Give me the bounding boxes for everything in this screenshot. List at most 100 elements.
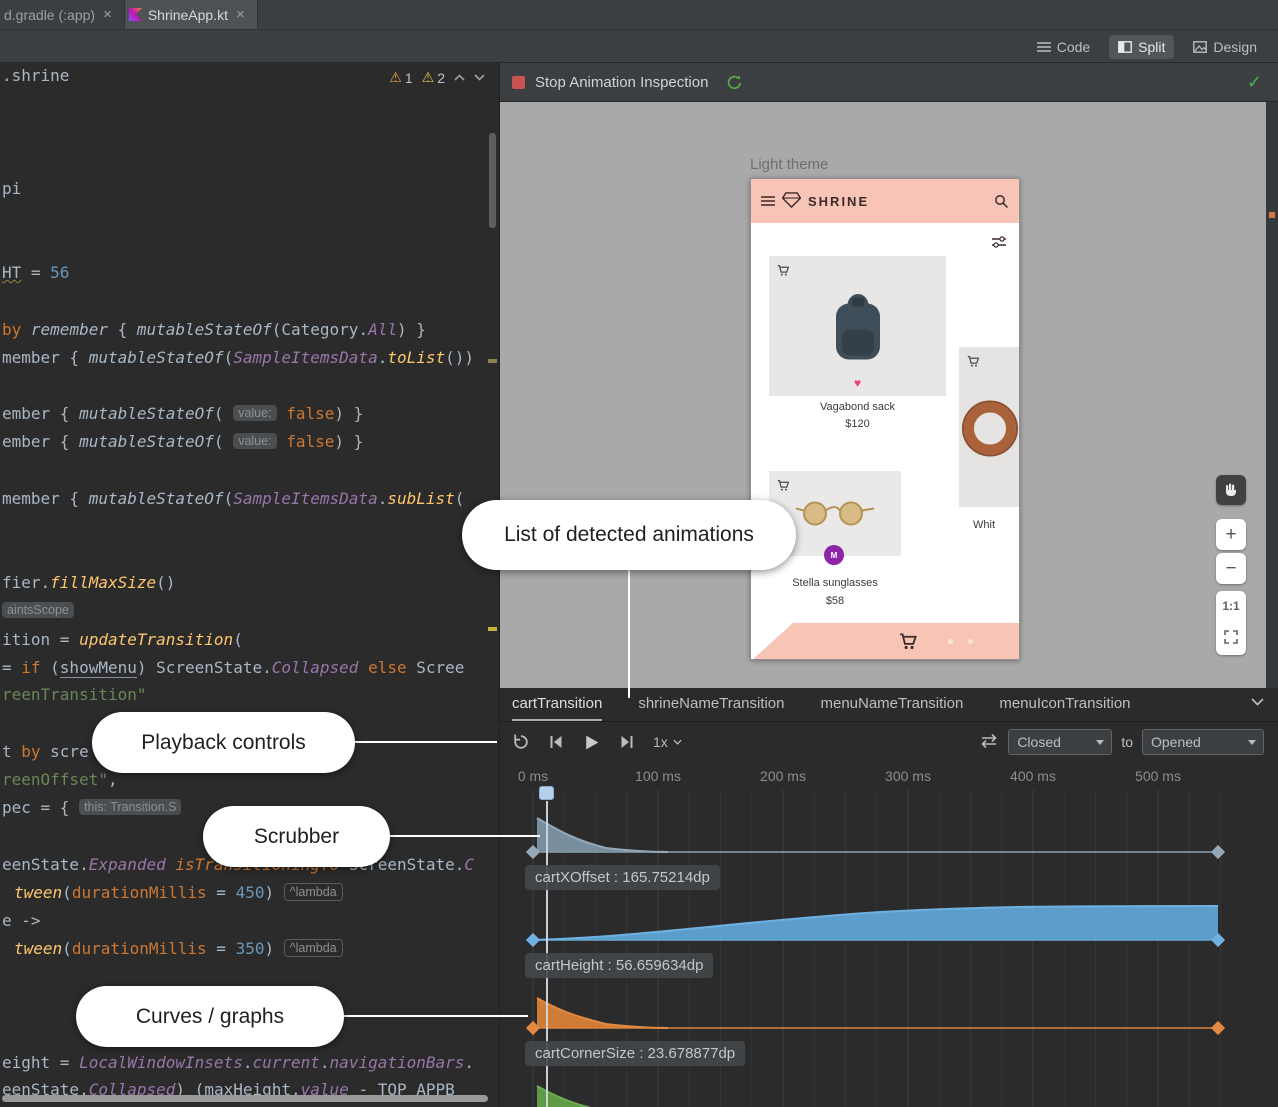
menu-icon[interactable]: [761, 193, 775, 209]
timeline-ruler[interactable]: 0 ms100 ms200 ms300 ms400 ms500 ms: [500, 762, 1278, 790]
code-segment: (: [214, 432, 233, 451]
ruler-label: 500 ms: [1123, 768, 1193, 784]
code-editor[interactable]: .shrinepiHT = 56by remember { mutableSta…: [0, 63, 500, 1107]
next-issue-button[interactable]: [474, 74, 485, 81]
animation-tabs: cartTransition shrineNameTransition menuNa…: [500, 688, 1278, 722]
code-segment: (: [233, 630, 243, 649]
callout-line: [355, 741, 497, 743]
code-segment: .shrine: [2, 66, 69, 85]
code-segment: [358, 658, 368, 677]
animation-tab-cartTransition[interactable]: cartTransition: [512, 688, 602, 721]
animation-tab-menuIconTransition[interactable]: menuIconTransition: [999, 688, 1130, 721]
code-segment: [166, 855, 176, 874]
code-segment: mutableStateOf: [89, 348, 224, 367]
code-segment: ember {: [2, 404, 79, 423]
theme-label: Light theme: [750, 156, 828, 173]
loop-playback-icon[interactable]: [512, 733, 530, 751]
refresh-icon[interactable]: [726, 74, 743, 91]
split-view-button[interactable]: Split: [1109, 35, 1174, 59]
zoom-100-button[interactable]: 1:1: [1222, 599, 1239, 613]
code-segment: ) }: [334, 432, 363, 451]
close-icon[interactable]: ×: [234, 6, 247, 23]
code-segment: member {: [2, 348, 89, 367]
ruler-label: 100 ms: [623, 768, 693, 784]
callout-label: Curves / graphs: [136, 1005, 284, 1029]
code-segment: .: [358, 320, 368, 339]
split-view-label: Split: [1138, 39, 1165, 55]
product-image-belt[interactable]: [959, 347, 1020, 507]
design-view-button[interactable]: Design: [1184, 35, 1266, 59]
code-segment: ) }: [334, 404, 363, 423]
skip-to-start-icon[interactable]: [547, 733, 565, 751]
editor-horizontal-scrollbar[interactable]: [2, 1095, 488, 1102]
stripe-mark[interactable]: [1269, 212, 1275, 218]
skip-to-end-icon[interactable]: [618, 733, 636, 751]
stop-animation-inspection-button[interactable]: Stop Animation Inspection: [535, 74, 708, 91]
prev-issue-button[interactable]: [454, 74, 465, 81]
code-segment: navigationBars: [330, 1053, 465, 1072]
code-line: ember { mutableStateOf( value: false) }: [2, 431, 363, 454]
editor-tab-shrineapp-kt[interactable]: ShrineApp.kt ×: [125, 0, 258, 29]
pan-tool-button[interactable]: [1216, 475, 1246, 505]
code-segment: fier.: [2, 573, 50, 592]
zoom-in-button[interactable]: +: [1216, 519, 1246, 550]
close-icon[interactable]: ×: [101, 6, 114, 23]
warning-count-label: 1: [405, 70, 413, 86]
scrollbar-thumb[interactable]: [489, 133, 496, 228]
code-segment: (: [272, 320, 282, 339]
code-segment: false: [286, 404, 334, 423]
play-icon[interactable]: [582, 733, 601, 752]
cart-bottom-bar[interactable]: [751, 623, 1020, 660]
code-segment: this: Transition.S: [79, 799, 181, 815]
code-segment: pec = {: [2, 798, 79, 817]
sunglasses-image: [793, 499, 877, 532]
playback-speed-dropdown[interactable]: 1x: [653, 734, 682, 750]
stop-icon: [512, 76, 525, 89]
ruler-label: 200 ms: [748, 768, 818, 784]
callout-scrubber: Scrubber: [203, 806, 390, 867]
page-dot: [968, 639, 973, 644]
warning-stripe-mark[interactable]: [488, 359, 497, 363]
zoom-out-button[interactable]: −: [1216, 553, 1246, 584]
callout-line: [390, 835, 540, 837]
scrubber-handle[interactable]: [539, 786, 554, 800]
product-image-vagabond-sack[interactable]: ♥: [769, 256, 946, 396]
code-segment: .: [262, 658, 272, 677]
editor-scrollbar[interactable]: [488, 63, 497, 1107]
code-segment: =: [207, 939, 236, 958]
warning-icon: ⚠: [389, 69, 402, 86]
from-state-dropdown[interactable]: Closed: [1008, 729, 1112, 755]
code-view-button[interactable]: Code: [1028, 35, 1099, 59]
build-success-icon: ✓: [1247, 72, 1262, 93]
product-name: Whit: [959, 519, 1020, 531]
code-segment: value:: [233, 405, 276, 421]
shrine-logo-icon: [782, 192, 801, 211]
code-segment: fillMaxSize: [50, 573, 156, 592]
search-icon[interactable]: [994, 194, 1009, 209]
preview-error-stripe: [1266, 102, 1278, 688]
editor-tab-d-gradle-app-[interactable]: d.gradle (:app)×: [0, 0, 125, 29]
code-segment: ition =: [2, 630, 79, 649]
to-state-dropdown[interactable]: Opened: [1142, 729, 1264, 755]
cart-icon[interactable]: [899, 632, 918, 654]
code-segment: 450: [236, 883, 265, 902]
code-segment: (: [224, 348, 234, 367]
filter-icon[interactable]: [991, 235, 1007, 249]
animation-tab-shrineNameTransition[interactable]: shrineNameTransition: [638, 688, 784, 721]
code-segment: Expanded: [89, 855, 166, 874]
zoom-to-fit-icon[interactable]: [1224, 630, 1238, 647]
code-segment: (: [214, 404, 233, 423]
tab-label: ShrineApp.kt: [148, 7, 228, 23]
code-icon: [1037, 41, 1051, 53]
warning-stripe-mark[interactable]: [488, 627, 497, 631]
heart-icon[interactable]: ♥: [854, 376, 861, 390]
code-segment: scre: [41, 742, 89, 761]
cart-icon: [777, 479, 790, 495]
code-segment: updateTransition: [79, 630, 233, 649]
chevron-down-icon[interactable]: [1251, 698, 1264, 706]
curve-value-label: cartHeight : 56.659634dp: [525, 953, 713, 978]
animation-tab-menuNameTransition[interactable]: menuNameTransition: [820, 688, 963, 721]
swap-states-icon[interactable]: [979, 733, 999, 752]
code-segment: (: [455, 489, 465, 508]
inspection-widget[interactable]: ⚠ 1 ⚠ 2: [389, 69, 485, 86]
